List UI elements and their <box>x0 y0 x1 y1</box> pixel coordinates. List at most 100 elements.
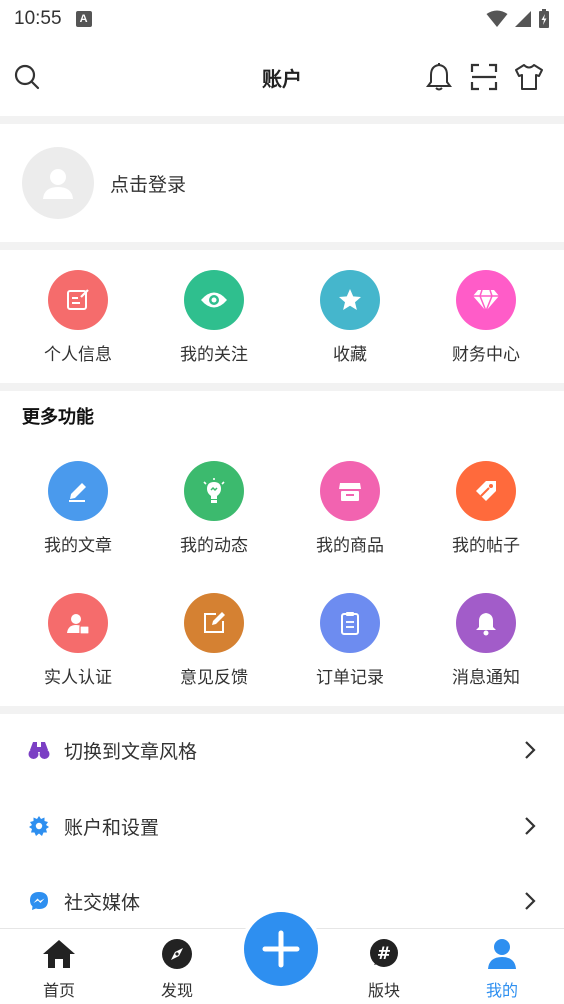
header: 账户 <box>0 38 564 116</box>
more-label: 我的文章 <box>44 536 112 556</box>
clipboard-icon <box>341 612 359 635</box>
menu-label: 社交媒体 <box>64 891 141 914</box>
tab-label: 我的 <box>485 981 518 1000</box>
quick-actions: 个人信息 我的关注 收藏 财务中心 <box>10 270 564 365</box>
tab-home[interactable]: 首页 <box>9 929 109 1004</box>
status-time: 10:55 <box>14 8 62 29</box>
more-label: 消息通知 <box>452 668 520 688</box>
my-products[interactable]: 我的商品 <box>282 461 418 556</box>
messenger-icon <box>28 890 50 912</box>
quick-action-label: 个人信息 <box>44 345 112 365</box>
scan-icon <box>470 63 498 91</box>
profile-circle <box>48 270 108 330</box>
scan-button[interactable] <box>467 60 501 94</box>
message-notifications[interactable]: 消息通知 <box>418 593 554 688</box>
hashtag-icon: # <box>367 937 401 971</box>
tab-me[interactable]: 我的 <box>452 929 552 1004</box>
chevron-right-icon <box>525 741 536 759</box>
my-posts[interactable]: 我的帖子 <box>418 461 554 556</box>
notifications-circle <box>456 593 516 653</box>
bulb-icon <box>203 478 225 503</box>
more-functions-row-1: 我的文章 我的动态 我的商品 我的帖子 <box>10 461 564 556</box>
divider <box>0 242 564 250</box>
login-prompt[interactable]: 点击登录 <box>110 170 186 197</box>
tab-label: 发现 <box>160 981 193 1000</box>
my-articles[interactable]: 我的文章 <box>10 461 146 556</box>
wifi-icon <box>486 10 508 27</box>
signal-icon <box>515 11 531 27</box>
verification-circle <box>48 593 108 653</box>
my-moments[interactable]: 我的动态 <box>146 461 282 556</box>
search-icon <box>14 64 40 90</box>
tab-discover[interactable]: 发现 <box>127 929 227 1004</box>
fab-container <box>240 908 322 990</box>
user-placeholder-icon <box>43 169 73 199</box>
pen-icon <box>69 483 86 502</box>
chevron-right-icon <box>525 892 536 910</box>
create-post-button[interactable] <box>244 912 318 986</box>
avatar[interactable] <box>22 147 94 219</box>
articles-circle <box>48 461 108 521</box>
diamond-icon <box>473 289 499 312</box>
menu-account-settings[interactable]: 账户和设置 <box>0 796 564 856</box>
search-button[interactable] <box>10 60 44 94</box>
divider <box>0 116 564 124</box>
finance-circle <box>456 270 516 330</box>
quick-action-label: 我的关注 <box>180 345 248 365</box>
feedback-circle <box>184 593 244 653</box>
star-icon <box>339 289 361 310</box>
eye-icon <box>201 292 227 308</box>
quick-action-profile[interactable]: 个人信息 <box>10 270 146 365</box>
user-icon <box>485 937 519 971</box>
quick-action-following[interactable]: 我的关注 <box>146 270 282 365</box>
menu-label: 账户和设置 <box>64 816 160 839</box>
binoculars-icon <box>28 739 50 761</box>
menu-label: 切换到文章风格 <box>64 740 198 763</box>
notification-icon: A <box>75 11 92 27</box>
quick-action-label: 收藏 <box>333 345 367 365</box>
products-circle <box>320 461 380 521</box>
shop-icon <box>339 483 361 501</box>
bell-icon <box>426 63 452 91</box>
more-label: 我的动态 <box>180 536 248 556</box>
login-row[interactable]: 点击登录 <box>0 124 564 242</box>
more-label: 意见反馈 <box>180 668 248 688</box>
id-card-icon <box>67 614 90 635</box>
bell-icon <box>476 613 496 636</box>
home-icon <box>42 937 76 971</box>
moments-circle <box>184 461 244 521</box>
more-label: 我的帖子 <box>452 536 520 556</box>
theme-button[interactable] <box>512 60 546 94</box>
following-circle <box>184 270 244 330</box>
status-icons <box>486 9 550 29</box>
divider <box>0 383 564 391</box>
real-name-verification[interactable]: 实人认证 <box>10 593 146 688</box>
edit-icon <box>67 289 89 310</box>
more-functions-row-2: 实人认证 意见反馈 订单记录 消息通知 <box>10 593 564 688</box>
chevron-right-icon <box>525 817 536 835</box>
tab-label: 首页 <box>42 981 75 1000</box>
more-label: 我的商品 <box>316 536 384 556</box>
gear-icon <box>28 815 50 837</box>
quick-action-finance[interactable]: 财务中心 <box>418 270 554 365</box>
feedback-icon <box>204 612 225 633</box>
menu-switch-article-style[interactable]: 切换到文章风格 <box>0 720 564 780</box>
battery-icon <box>539 9 549 28</box>
quick-action-label: 财务中心 <box>452 345 520 365</box>
notifications-button[interactable] <box>422 60 456 94</box>
tab-label: 版块 <box>367 981 400 1000</box>
section-title: 更多功能 <box>22 407 94 428</box>
order-history[interactable]: 订单记录 <box>282 593 418 688</box>
tab-sections[interactable]: # 版块 <box>334 929 434 1004</box>
status-bar: 10:55 A <box>0 0 564 38</box>
tshirt-icon <box>515 64 543 90</box>
tag-icon <box>476 481 496 501</box>
quick-action-favorites[interactable]: 收藏 <box>282 270 418 365</box>
divider <box>0 706 564 714</box>
more-label: 实人认证 <box>44 668 112 688</box>
feedback[interactable]: 意见反馈 <box>146 593 282 688</box>
more-label: 订单记录 <box>316 668 384 688</box>
plus-icon <box>262 930 300 968</box>
compass-icon <box>160 937 194 971</box>
svg-text:#: # <box>377 944 391 964</box>
